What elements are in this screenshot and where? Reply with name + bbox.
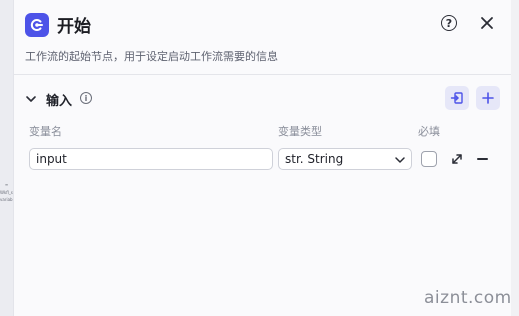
panel-title: 开始	[57, 17, 91, 37]
info-icon[interactable]: i	[80, 92, 92, 104]
add-variable-button[interactable]	[476, 86, 500, 110]
import-icon	[450, 92, 463, 104]
scrollbar-track[interactable]	[511, 0, 519, 316]
panel-header: 开始 ? 工作流的起始节点，用于设定启动工作流需要的信息	[14, 0, 512, 75]
expand-icon[interactable]	[450, 152, 464, 166]
canvas-node-fragment: ≡	[4, 182, 9, 187]
required-checkbox[interactable]	[421, 151, 437, 167]
plus-icon	[482, 92, 494, 104]
variable-name-input[interactable]	[29, 148, 273, 170]
column-header-type: 变量类型	[278, 125, 322, 138]
watermark-text: aiznt.com	[424, 288, 512, 308]
close-icon[interactable]	[478, 14, 496, 32]
section-title: 输入	[46, 94, 73, 109]
canvas-node-fragment: variable	[0, 197, 17, 202]
variable-type-value: str. String	[285, 152, 344, 166]
help-icon[interactable]: ?	[441, 15, 457, 31]
start-node-icon	[25, 13, 49, 37]
input-section-header: 输入 i	[14, 86, 512, 112]
remove-variable-button[interactable]	[477, 158, 488, 160]
column-header-required: 必填	[418, 125, 440, 138]
import-button[interactable]	[445, 86, 469, 110]
chevron-down-icon	[395, 157, 405, 163]
chevron-down-icon[interactable]	[25, 93, 37, 105]
column-header-name: 变量名	[29, 125, 62, 138]
canvas-node-fragment: Wkfl_st	[0, 190, 15, 195]
panel-description: 工作流的起始节点，用于设定启动工作流需要的信息	[25, 50, 278, 63]
canvas-edge: ≡ Wkfl_st variable	[0, 0, 17, 316]
variable-type-select[interactable]: str. String	[278, 148, 412, 170]
start-node-panel: 开始 ? 工作流的起始节点，用于设定启动工作流需要的信息 输入 i 变量名 变量…	[13, 0, 512, 316]
